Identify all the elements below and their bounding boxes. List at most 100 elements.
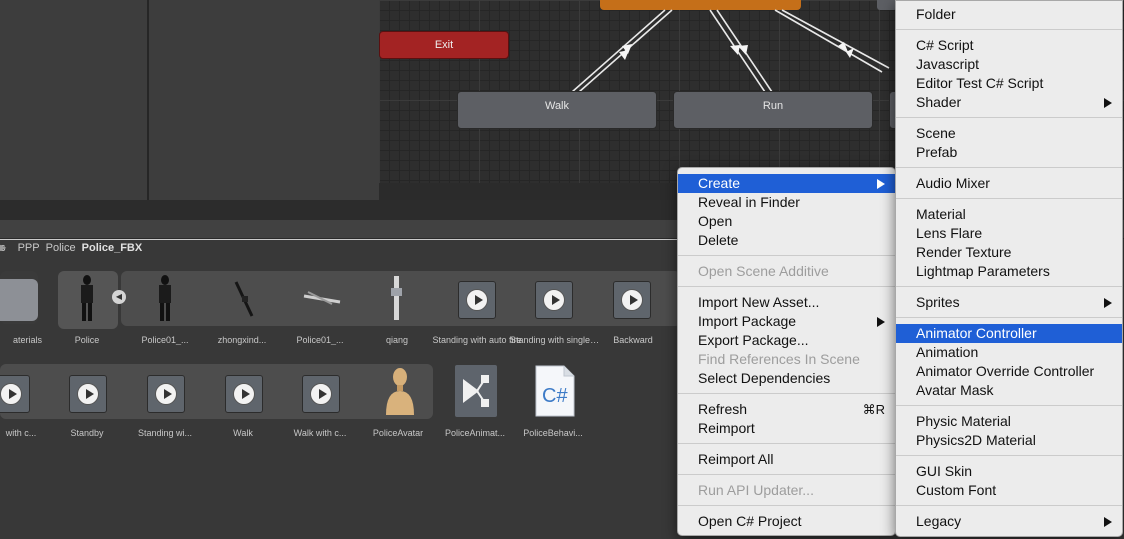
asset-strip-expanded xyxy=(0,364,433,419)
menu-item-label: Create xyxy=(698,175,741,191)
menu-separator xyxy=(678,505,895,506)
asset-label: Standby xyxy=(70,428,104,438)
breadcrumb-item[interactable]: PPP xyxy=(18,242,40,254)
asset-label: Walk with c... xyxy=(293,428,347,438)
animation-clip-icon[interactable] xyxy=(458,281,496,319)
police-model-icon[interactable] xyxy=(76,274,98,324)
submenu-arrow-icon xyxy=(1104,298,1112,308)
asset-label: Standing with auto fire xyxy=(432,335,522,345)
asset-label: PoliceBehavi... xyxy=(523,428,583,438)
animator-controller-icon[interactable] xyxy=(455,365,497,417)
menu-item-gui-skin[interactable]: GUI Skin xyxy=(896,462,1122,481)
asset-label: zhongxind... xyxy=(217,335,267,345)
texture-icon[interactable] xyxy=(302,288,342,308)
asset-label: qiang xyxy=(385,335,409,345)
submenu-arrow-icon xyxy=(1104,98,1112,108)
menu-item-shader[interactable]: Shader xyxy=(896,93,1122,112)
menu-item-custom-font[interactable]: Custom Font xyxy=(896,481,1122,500)
menu-item-create[interactable]: Create xyxy=(678,174,895,193)
menu-item-find-references: Find References In Scene xyxy=(698,351,860,367)
submenu-arrow-icon xyxy=(877,317,885,327)
avatar-icon[interactable] xyxy=(383,367,417,419)
menu-item-select-dependencies[interactable]: Select Dependencies xyxy=(678,369,895,388)
menu-item-label: Legacy xyxy=(916,513,962,529)
asset-label: aterials xyxy=(12,335,42,345)
collapse-arrow-icon[interactable]: ◀ xyxy=(112,290,126,304)
folder-icon[interactable] xyxy=(0,279,38,321)
menu-item-open-scene-additive: Open Scene Additive xyxy=(698,263,829,279)
animation-clip-icon[interactable] xyxy=(302,375,340,413)
breadcrumb-item-current[interactable]: Police_FBX xyxy=(82,242,143,254)
menu-item-render-texture[interactable]: Render Texture xyxy=(896,243,1122,262)
asset-label: PoliceAnimat... xyxy=(444,428,506,438)
menu-separator xyxy=(896,405,1122,406)
submenu-arrow-icon xyxy=(877,179,885,189)
menu-item-javascript[interactable]: Javascript xyxy=(896,55,1122,74)
asset-label: Police xyxy=(74,335,100,345)
menu-separator xyxy=(678,474,895,475)
menu-item-export-package[interactable]: Export Package... xyxy=(678,331,895,350)
animation-clip-icon[interactable] xyxy=(535,281,573,319)
menu-item-physic-material[interactable]: Physic Material xyxy=(896,412,1122,431)
animation-clip-icon[interactable] xyxy=(613,281,651,319)
menu-item-lens-flare[interactable]: Lens Flare xyxy=(896,224,1122,243)
menu-item-scene[interactable]: Scene xyxy=(896,124,1122,143)
menu-separator xyxy=(896,29,1122,30)
menu-item-material[interactable]: Material xyxy=(896,205,1122,224)
menu-item-reimport-all[interactable]: Reimport All xyxy=(678,450,895,469)
rifle-icon[interactable] xyxy=(230,278,258,320)
gun-texture-icon[interactable] xyxy=(386,274,408,324)
asset-label: Standing with single fire xyxy=(510,335,600,345)
menu-separator xyxy=(896,317,1122,318)
menu-item-editor-test-script[interactable]: Editor Test C# Script xyxy=(896,74,1122,93)
menu-separator xyxy=(678,286,895,287)
menu-separator xyxy=(678,255,895,256)
menu-item-audio-mixer[interactable]: Audio Mixer xyxy=(896,174,1122,193)
menu-separator xyxy=(896,505,1122,506)
menu-item-animation[interactable]: Animation xyxy=(896,343,1122,362)
animation-clip-icon[interactable] xyxy=(225,375,263,413)
animation-clip-icon[interactable] xyxy=(147,375,185,413)
menu-item-open[interactable]: Open xyxy=(678,212,895,231)
breadcrumb: s ▶ PPP ▶ Police ▶ Police_FBX ▶ xyxy=(0,239,700,257)
menu-item-avatar-mask[interactable]: Avatar Mask xyxy=(896,381,1122,400)
animation-clip-icon[interactable] xyxy=(0,375,30,413)
menu-item-delete[interactable]: Delete xyxy=(678,231,895,250)
context-menu: Create Reveal in Finder Open Delete Open… xyxy=(677,167,896,536)
submenu-arrow-icon xyxy=(1104,517,1112,527)
menu-item-label: Refresh xyxy=(698,401,748,417)
menu-item-reveal-in-finder[interactable]: Reveal in Finder xyxy=(678,193,895,212)
menu-separator xyxy=(678,443,895,444)
menu-item-label: Import Package xyxy=(698,313,797,329)
police-mesh-icon[interactable] xyxy=(154,274,176,324)
menu-item-open-csharp-project[interactable]: Open C# Project xyxy=(678,512,895,531)
asset-label: Backward xyxy=(613,335,653,345)
menu-item-label: Shader xyxy=(916,94,962,110)
menu-item-prefab[interactable]: Prefab xyxy=(896,143,1122,162)
menu-item-csharp-script[interactable]: C# Script xyxy=(896,36,1122,55)
menu-item-physics2d-material[interactable]: Physics2D Material xyxy=(896,431,1122,450)
menu-item-folder[interactable]: Folder xyxy=(896,5,1122,24)
menu-item-animator-controller[interactable]: Animator Controller xyxy=(896,324,1122,343)
menu-item-import-new-asset[interactable]: Import New Asset... xyxy=(678,293,895,312)
menu-separator xyxy=(896,117,1122,118)
menu-separator xyxy=(896,198,1122,199)
menu-item-animator-override-controller[interactable]: Animator Override Controller xyxy=(896,362,1122,381)
animation-clip-icon[interactable] xyxy=(69,375,107,413)
menu-separator xyxy=(896,455,1122,456)
menu-item-run-api-updater: Run API Updater... xyxy=(698,482,814,498)
asset-label: Standing wi... xyxy=(137,428,193,438)
menu-item-legacy[interactable]: Legacy xyxy=(896,512,1122,531)
menu-item-refresh[interactable]: Refresh ⌘R xyxy=(678,400,895,419)
menu-item-label: Sprites xyxy=(916,294,960,310)
breadcrumb-item[interactable]: Police xyxy=(46,242,76,254)
menu-item-lightmap-parameters[interactable]: Lightmap Parameters xyxy=(896,262,1122,281)
menu-item-sprites[interactable]: Sprites xyxy=(896,293,1122,312)
state-node-walk[interactable]: Walk xyxy=(457,91,657,129)
state-node-run[interactable]: Run xyxy=(673,91,873,129)
menu-separator xyxy=(896,167,1122,168)
csharp-script-icon[interactable]: C# xyxy=(534,364,576,418)
shortcut-label: ⌘R xyxy=(862,402,885,417)
menu-item-import-package[interactable]: Import Package xyxy=(678,312,895,331)
menu-item-reimport[interactable]: Reimport xyxy=(678,419,895,438)
